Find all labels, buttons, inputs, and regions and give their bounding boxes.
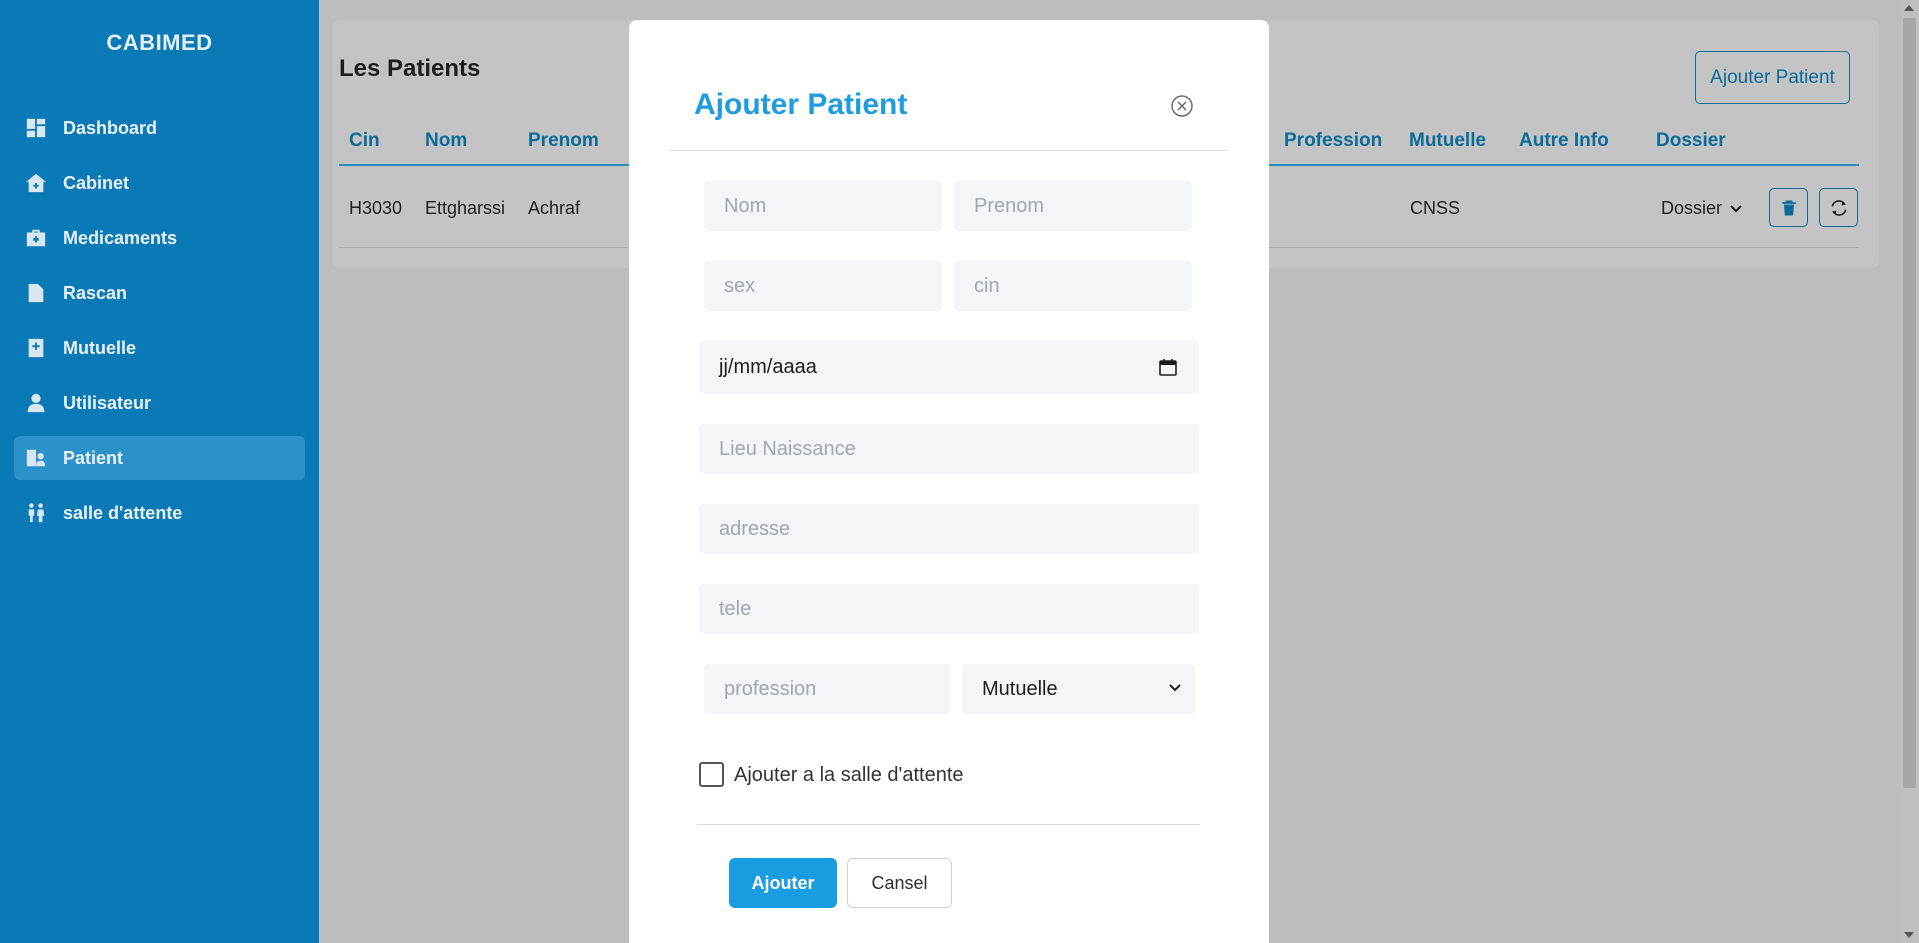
sidebar-item-cabinet[interactable]: Cabinet bbox=[14, 161, 305, 205]
column-header-cin[interactable]: Cin bbox=[349, 130, 380, 152]
refresh-button[interactable] bbox=[1819, 188, 1858, 227]
cancel-button[interactable]: Cansel bbox=[847, 858, 952, 908]
sidebar-item-label: Mutuelle bbox=[63, 337, 137, 358]
lieu-naissance-input[interactable] bbox=[699, 424, 1199, 474]
sidebar-item-label: salle d'attente bbox=[63, 502, 183, 523]
profession-input[interactable] bbox=[704, 664, 950, 714]
delete-button[interactable] bbox=[1769, 188, 1808, 227]
column-header-prenom[interactable]: Prenom bbox=[528, 130, 599, 152]
brand-logo: CABIMED bbox=[106, 30, 213, 55]
refresh-icon bbox=[1831, 199, 1846, 216]
book-plus-icon bbox=[24, 336, 48, 360]
sidebar-item-salle-attente[interactable]: salle d'attente bbox=[14, 491, 305, 535]
mutuelle-select[interactable]: Mutuelle bbox=[962, 664, 1195, 714]
salle-attente-label[interactable]: Ajouter a la salle d'attente bbox=[734, 764, 964, 787]
sidebar-item-mutuelle[interactable]: Mutuelle bbox=[14, 326, 305, 370]
modal-header-divider bbox=[669, 150, 1229, 151]
sidebar-item-label: Rascan bbox=[63, 282, 128, 303]
add-patient-button[interactable]: Ajouter Patient bbox=[1695, 51, 1850, 104]
salle-attente-checkbox[interactable] bbox=[699, 762, 724, 787]
trash-icon bbox=[1781, 200, 1796, 215]
file-pulse-icon bbox=[24, 281, 48, 305]
column-header-profession[interactable]: Profession bbox=[1284, 130, 1382, 152]
close-icon[interactable] bbox=[1170, 94, 1194, 118]
sidebar-item-patient[interactable]: Patient bbox=[14, 436, 305, 480]
medkit-icon bbox=[24, 226, 48, 250]
column-header-nom[interactable]: Nom bbox=[425, 130, 467, 152]
user-doctor-icon bbox=[24, 391, 48, 415]
hospital-user-icon bbox=[24, 446, 48, 470]
page-title: Les Patients bbox=[339, 55, 481, 82]
dossier-dropdown[interactable]: Dossier bbox=[1661, 198, 1742, 219]
sidebar-item-label: Dashboard bbox=[63, 117, 158, 138]
scroll-down-icon[interactable] bbox=[1904, 932, 1914, 938]
sidebar-item-label: Cabinet bbox=[63, 172, 130, 193]
calendar-icon[interactable] bbox=[1159, 358, 1177, 376]
adresse-input[interactable] bbox=[699, 504, 1199, 554]
column-header-autre-info[interactable]: Autre Info bbox=[1519, 130, 1609, 152]
date-value: jj/mm/aaaa bbox=[719, 356, 817, 378]
cell-nom: Ettgharssi bbox=[425, 198, 506, 218]
home-plus-icon bbox=[24, 171, 48, 195]
page-scrollbar[interactable] bbox=[1900, 0, 1919, 943]
column-header-dossier[interactable]: Dossier bbox=[1656, 130, 1726, 152]
ajouter-button[interactable]: Ajouter bbox=[729, 858, 837, 908]
cell-cin: H3030 bbox=[349, 198, 403, 218]
sidebar-item-utilisateur[interactable]: Utilisateur bbox=[14, 381, 305, 425]
cell-mutuelle: CNSS bbox=[1410, 198, 1461, 218]
cell-prenom: Achraf bbox=[528, 198, 581, 218]
dossier-label: Dossier bbox=[1661, 198, 1723, 218]
date-naissance-input[interactable]: jj/mm/aaaa bbox=[699, 341, 1199, 394]
add-patient-modal: Ajouter Patient jj/mm/aaaa Mutuelle Ajou… bbox=[629, 20, 1269, 943]
sidebar-item-dashboard[interactable]: Dashboard bbox=[14, 106, 305, 150]
chevron-down-icon bbox=[1169, 684, 1181, 692]
people-icon bbox=[24, 501, 48, 525]
scroll-up-icon[interactable] bbox=[1904, 5, 1914, 11]
column-header-mutuelle[interactable]: Mutuelle bbox=[1409, 130, 1486, 152]
tele-input[interactable] bbox=[699, 584, 1199, 634]
sidebar-item-label: Medicaments bbox=[63, 227, 178, 248]
sidebar-item-medicaments[interactable]: Medicaments bbox=[14, 216, 305, 260]
prenom-input[interactable] bbox=[954, 181, 1192, 231]
chevron-down-icon bbox=[1730, 205, 1742, 213]
cin-input[interactable] bbox=[954, 261, 1192, 311]
nom-input[interactable] bbox=[704, 181, 942, 231]
dashboard-icon bbox=[24, 116, 48, 140]
sidebar-item-label: Patient bbox=[63, 447, 124, 468]
scroll-thumb[interactable] bbox=[1903, 18, 1916, 788]
sidebar: CABIMED Dashboard Cabinet Medicaments Ra… bbox=[0, 0, 319, 943]
modal-footer-divider bbox=[697, 824, 1200, 825]
modal-title: Ajouter Patient bbox=[694, 88, 908, 121]
sex-input[interactable] bbox=[704, 261, 942, 311]
sidebar-item-rascan[interactable]: Rascan bbox=[14, 271, 305, 315]
sidebar-item-label: Utilisateur bbox=[63, 392, 152, 413]
mutuelle-selected-value: Mutuelle bbox=[982, 677, 1058, 700]
